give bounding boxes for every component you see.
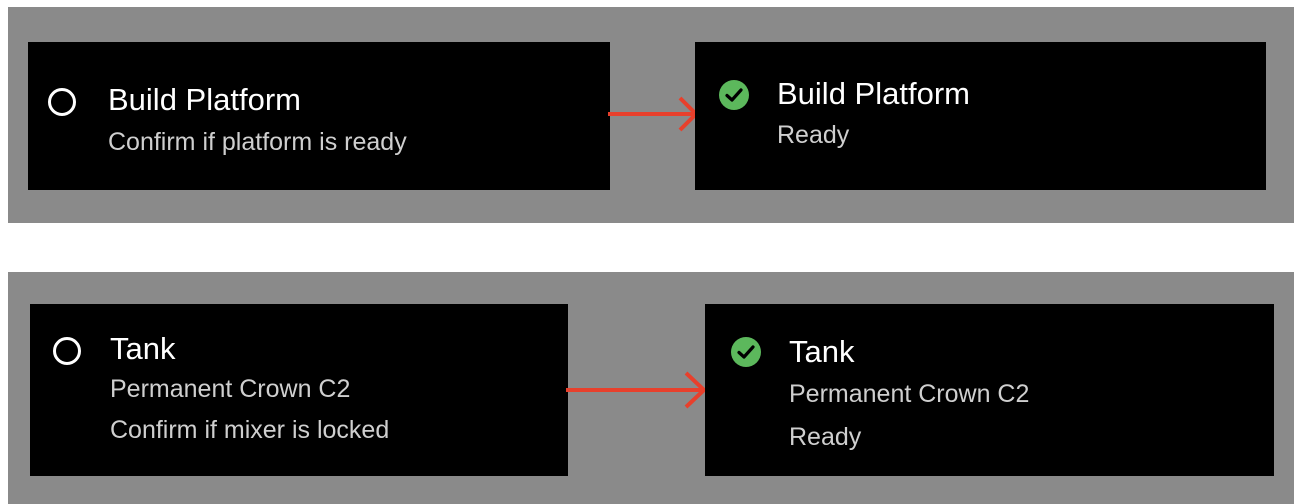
card-line: Confirm if mixer is locked — [110, 416, 390, 444]
card-line: Ready — [789, 423, 862, 451]
card-title: Build Platform — [108, 82, 301, 117]
card-title: Tank — [110, 331, 176, 366]
card-line: Permanent Crown C2 — [789, 380, 1030, 408]
build-platform-before-card[interactable]: Build Platform Confirm if platform is re… — [28, 42, 610, 190]
card-title: Tank — [789, 334, 855, 369]
card-line: Permanent Crown C2 — [110, 375, 351, 403]
card-line: Confirm if platform is ready — [108, 128, 407, 156]
green-check-icon — [719, 80, 749, 110]
build-platform-after-card[interactable]: Build Platform Ready — [695, 42, 1266, 190]
tank-before-card[interactable]: Tank Permanent Crown C2 Confirm if mixer… — [30, 304, 568, 476]
tank-after-card[interactable]: Tank Permanent Crown C2 Ready — [705, 304, 1274, 476]
card-line: Ready — [777, 121, 850, 149]
empty-circle-icon — [48, 88, 76, 116]
empty-circle-icon — [53, 337, 81, 365]
green-check-icon — [731, 337, 761, 367]
arrow-icon — [566, 371, 707, 409]
arrow-icon — [608, 96, 699, 132]
card-title: Build Platform — [777, 76, 970, 111]
